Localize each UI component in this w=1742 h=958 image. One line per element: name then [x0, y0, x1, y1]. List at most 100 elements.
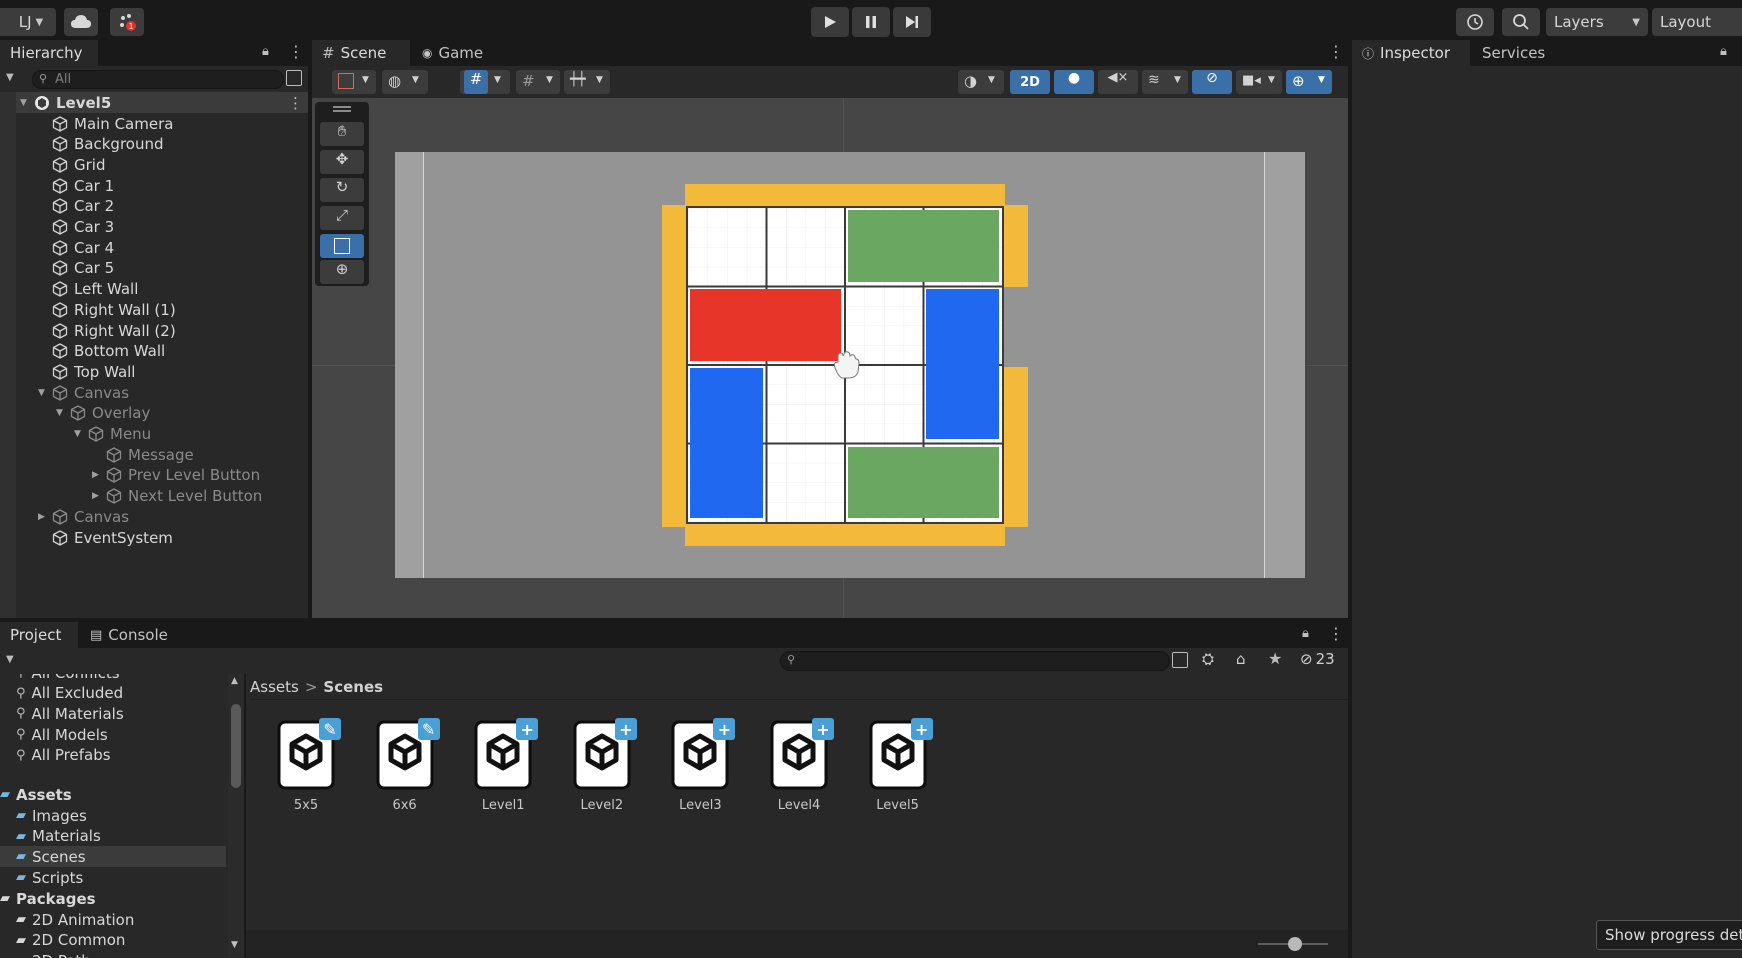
hierarchy-item[interactable]: Left Wall — [0, 279, 308, 300]
hierarchy-item[interactable]: Grid — [0, 154, 308, 175]
hierarchy-item[interactable]: ▼ Menu — [0, 424, 308, 445]
package-folder-item[interactable]: ▰ 2D Common — [0, 930, 226, 951]
collab-button[interactable]: 1 — [110, 8, 144, 36]
search-options-icon[interactable] — [1172, 652, 1188, 668]
hierarchy-scene-row[interactable]: ▼ Level5 ⋮ — [0, 92, 308, 113]
kebab-menu-icon[interactable]: ⋮ — [1328, 42, 1344, 61]
zoom-slider-thumb[interactable] — [1288, 937, 1302, 951]
tab-inspector[interactable]: ⓘ Inspector — [1352, 40, 1470, 66]
hierarchy-search-input[interactable]: ⚲ All — [32, 70, 284, 89]
hidden-packages-toggle[interactable]: ⊘ 23 — [1300, 650, 1335, 668]
gizmos-dropdown[interactable]: ⊕ ▼ — [1286, 70, 1332, 94]
tool-handle-dropdown[interactable]: ▼ — [332, 70, 376, 94]
breadcrumb-current[interactable]: Scenes — [323, 678, 383, 696]
layers-dropdown[interactable]: Layers ▼ — [1546, 8, 1648, 36]
collapse-triangle-icon[interactable]: ▼ — [74, 429, 84, 439]
favorite-search-item[interactable]: ⚲ All Models — [0, 724, 226, 745]
favorite-search-item[interactable]: ⚲ All Prefabs — [0, 745, 226, 766]
tab-scene[interactable]: # Scene — [312, 40, 410, 66]
scene-asset[interactable]: ✎ 5x5 — [266, 716, 346, 813]
favorite-search-item[interactable]: ⚲ All Materials — [0, 703, 226, 724]
scene-asset[interactable]: + Level3 — [660, 716, 740, 813]
hierarchy-item[interactable]: EventSystem — [0, 527, 308, 548]
shading-mode-dropdown[interactable]: ◑ ▼ — [958, 70, 1004, 94]
kebab-menu-icon[interactable]: ⋮ — [288, 94, 303, 112]
expand-triangle-icon[interactable]: ▶ — [92, 470, 102, 480]
hierarchy-item[interactable]: Right Wall (2) — [0, 320, 308, 341]
hierarchy-item[interactable]: Car 5 — [0, 258, 308, 279]
tree-scrollbar[interactable]: ▲ ▼ — [228, 674, 244, 958]
hierarchy-item[interactable]: Car 2 — [0, 196, 308, 217]
scene-visibility-toggle[interactable]: ⊘ — [1192, 70, 1232, 94]
expand-triangle-icon[interactable]: ▼ — [20, 98, 30, 108]
package-folder-item[interactable]: ▰ 2D Path — [0, 950, 226, 958]
lighting-toggle[interactable]: ● — [1054, 70, 1094, 94]
asset-folder-item[interactable]: ▰ Images — [0, 805, 226, 826]
right-wall-1[interactable] — [1004, 205, 1028, 287]
assets-root-folder[interactable]: ▰ Assets — [0, 784, 226, 805]
right-wall-2[interactable] — [1004, 367, 1028, 527]
expand-triangle-icon[interactable]: ▶ — [92, 491, 102, 501]
top-wall[interactable] — [685, 184, 1005, 206]
favorite-search-item[interactable]: ⚲ All Conflicts — [0, 674, 226, 683]
rect-tool-button[interactable] — [320, 234, 364, 258]
collapse-triangle-icon[interactable]: ▼ — [38, 388, 48, 398]
layout-dropdown[interactable]: Layout — [1652, 8, 1742, 36]
panel-divider[interactable] — [308, 40, 312, 622]
move-tool-button[interactable]: ✥ — [320, 150, 364, 174]
play-button[interactable] — [811, 7, 849, 37]
lock-icon[interactable]: 🔒︎ — [262, 44, 269, 59]
grid-snap-dropdown[interactable]: # ▼ — [460, 70, 510, 94]
tab-console[interactable]: ▤ Console — [80, 622, 180, 648]
filter-by-type-icon[interactable]: ⛭ — [1202, 650, 1214, 668]
hierarchy-item[interactable]: Car 3 — [0, 217, 308, 238]
tab-game[interactable]: ◉ Game — [412, 40, 492, 66]
drag-handle-icon[interactable] — [333, 106, 351, 108]
expand-triangle-icon[interactable]: ▶ — [38, 512, 48, 522]
scrollbar-thumb[interactable] — [231, 704, 241, 788]
scene-asset[interactable]: + Level4 — [759, 716, 839, 813]
history-button[interactable] — [1456, 8, 1494, 36]
kebab-menu-icon[interactable]: ⋮ — [288, 42, 304, 61]
scene-asset[interactable]: + Level1 — [463, 716, 543, 813]
car-red[interactable] — [690, 289, 841, 361]
search-options-icon[interactable] — [286, 70, 302, 86]
hierarchy-item[interactable]: Message — [0, 444, 308, 465]
pause-button[interactable] — [852, 7, 890, 37]
hierarchy-item[interactable]: Top Wall — [0, 361, 308, 382]
star-icon[interactable]: ★ — [1268, 649, 1282, 668]
asset-folder-item[interactable]: ▰ Scripts — [0, 867, 226, 888]
hierarchy-item[interactable]: Car 1 — [0, 175, 308, 196]
grid-visibility-dropdown[interactable]: # ▼ — [516, 70, 560, 94]
view-2d-toggle[interactable]: 2D — [1010, 70, 1050, 94]
bottom-wall[interactable] — [685, 524, 1005, 546]
scene-asset[interactable]: ✎ 6x6 — [365, 716, 445, 813]
hand-tool-button[interactable]: ✋︎ — [320, 122, 364, 146]
scale-tool-button[interactable]: ⤢ — [320, 206, 364, 230]
hierarchy-item[interactable]: Background — [0, 134, 308, 155]
lock-icon[interactable]: 🔒︎ — [1720, 44, 1727, 59]
hierarchy-item[interactable]: Car 4 — [0, 237, 308, 258]
project-search-input[interactable]: ⚲ — [780, 651, 1170, 671]
hierarchy-item[interactable]: ▼ Canvas — [0, 382, 308, 403]
transform-tool-button[interactable]: ⊕ — [320, 260, 364, 284]
car-green-bottom[interactable] — [848, 447, 999, 518]
show-progress-button[interactable]: Show progress deta — [1596, 920, 1742, 950]
audio-toggle[interactable]: ◀× — [1098, 70, 1138, 94]
collapse-triangle-icon[interactable]: ▼ — [56, 408, 66, 418]
tab-project[interactable]: Project — [0, 622, 78, 648]
hierarchy-item[interactable]: Bottom Wall — [0, 341, 308, 362]
hierarchy-item[interactable]: Main Camera — [0, 113, 308, 134]
search-button[interactable] — [1502, 8, 1540, 36]
scroll-up-icon[interactable]: ▲ — [231, 676, 238, 686]
scroll-down-icon[interactable]: ▼ — [231, 940, 238, 950]
global-local-dropdown[interactable]: ◍ ▼ — [382, 70, 428, 94]
account-dropdown[interactable]: LJ ▼ — [0, 8, 56, 36]
asset-folder-item[interactable]: ▰ Materials — [0, 826, 226, 847]
asset-folder-item[interactable]: ▰ Scenes — [0, 846, 226, 868]
effects-dropdown[interactable]: ≋ ▼ — [1142, 70, 1188, 94]
lock-icon[interactable]: 🔒︎ — [1302, 626, 1309, 641]
tab-services[interactable]: Services — [1472, 40, 1572, 66]
breadcrumb-root[interactable]: Assets — [250, 678, 299, 696]
tab-hierarchy[interactable]: Hierarchy — [0, 40, 98, 66]
